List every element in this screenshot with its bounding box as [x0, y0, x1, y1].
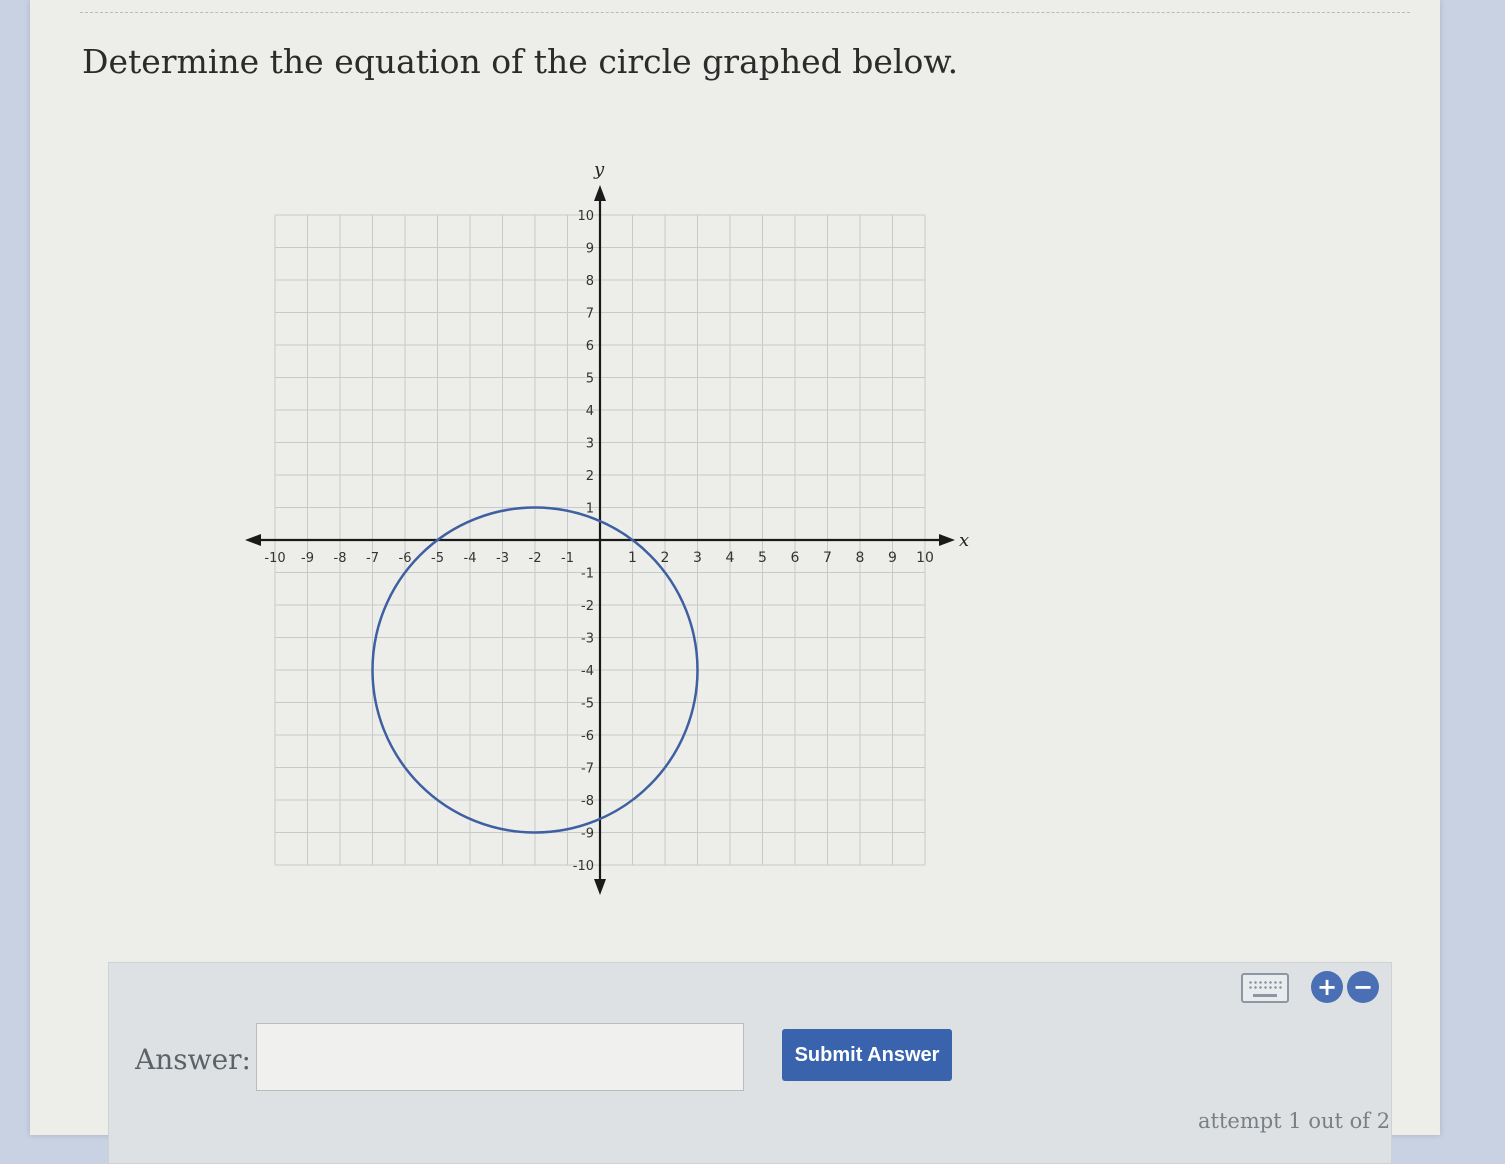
x-tick-label: -9 — [301, 551, 314, 566]
y-axis-label: y — [593, 159, 605, 180]
x-tick-label: 1 — [628, 550, 637, 566]
attempt-counter: attempt 1 out of 2 — [1198, 1109, 1391, 1133]
x-axis-arrow-right — [939, 534, 955, 546]
y-tick-label: 1 — [586, 502, 594, 517]
x-tick-label: -2 — [529, 551, 542, 566]
y-tick-label: -2 — [581, 599, 594, 614]
x-tick-label: -7 — [366, 551, 379, 566]
y-tick-label: 8 — [586, 274, 594, 289]
x-tick-label: -4 — [464, 551, 477, 566]
x-axis-label: x — [959, 530, 969, 551]
x-tick-label: -3 — [496, 551, 509, 566]
plus-icon[interactable]: + — [1311, 971, 1343, 1003]
y-tick-label: 6 — [586, 339, 594, 354]
x-axis-arrow-left — [245, 534, 261, 546]
keyboard-keys — [1248, 980, 1282, 990]
answer-label: Answer: — [135, 1043, 251, 1076]
y-tick-label: -7 — [581, 762, 594, 777]
x-tick-label: 10 — [916, 550, 934, 566]
answer-panel: + − Answer: Submit Answer attempt 1 out … — [108, 962, 1392, 1164]
top-divider — [80, 12, 1410, 13]
answer-input[interactable] — [256, 1023, 744, 1091]
x-tick-label: 2 — [661, 550, 670, 566]
y-tick-label: 9 — [586, 242, 594, 257]
y-tick-label: -9 — [581, 827, 594, 842]
x-tick-label: -8 — [334, 551, 347, 566]
coordinate-graph: x y -10 -9 -8 -7 -6 -5 -4 -3 -2 -1 1 2 3 4 5 6 7 8 9 10 10 9 8 7 6… — [245, 159, 969, 895]
minus-icon[interactable]: − — [1347, 971, 1379, 1003]
y-tick-label: -8 — [581, 794, 594, 809]
x-tick-label: -6 — [399, 551, 412, 566]
y-tick-label: -3 — [581, 632, 594, 647]
y-axis-arrow-top — [594, 185, 606, 201]
problem-page: Determine the equation of the circle gra… — [30, 0, 1440, 1164]
keyboard-icon[interactable] — [1241, 973, 1289, 1003]
y-tick-label: 7 — [586, 307, 594, 322]
y-tick-label: 5 — [586, 372, 594, 387]
x-tick-label: 7 — [823, 550, 832, 566]
x-tick-label: 5 — [758, 550, 767, 566]
y-tick-label: -6 — [581, 729, 594, 744]
x-tick-label: 3 — [693, 550, 702, 566]
submit-answer-button[interactable]: Submit Answer — [782, 1029, 952, 1081]
y-tick-label: -4 — [581, 664, 594, 679]
y-tick-label: 3 — [586, 437, 594, 452]
x-tick-label: -10 — [264, 551, 285, 566]
keyboard-spacebar — [1253, 994, 1277, 997]
question-text: Determine the equation of the circle gra… — [82, 42, 959, 81]
x-tick-label: 6 — [791, 550, 800, 566]
y-tick-label: -5 — [581, 697, 594, 712]
y-tick-label: -1 — [581, 567, 594, 582]
y-tick-label: 10 — [577, 209, 594, 224]
x-tick-label: 9 — [888, 550, 897, 566]
y-tick-label: 2 — [586, 469, 594, 484]
x-tick-label: -5 — [431, 551, 444, 566]
x-tick-label: -1 — [561, 551, 574, 566]
x-tick-label: 4 — [726, 550, 735, 566]
y-tick-label: -10 — [573, 859, 594, 874]
x-tick-label: 8 — [856, 550, 865, 566]
y-axis-arrow-bottom — [594, 879, 606, 895]
y-tick-label: 4 — [586, 404, 594, 419]
